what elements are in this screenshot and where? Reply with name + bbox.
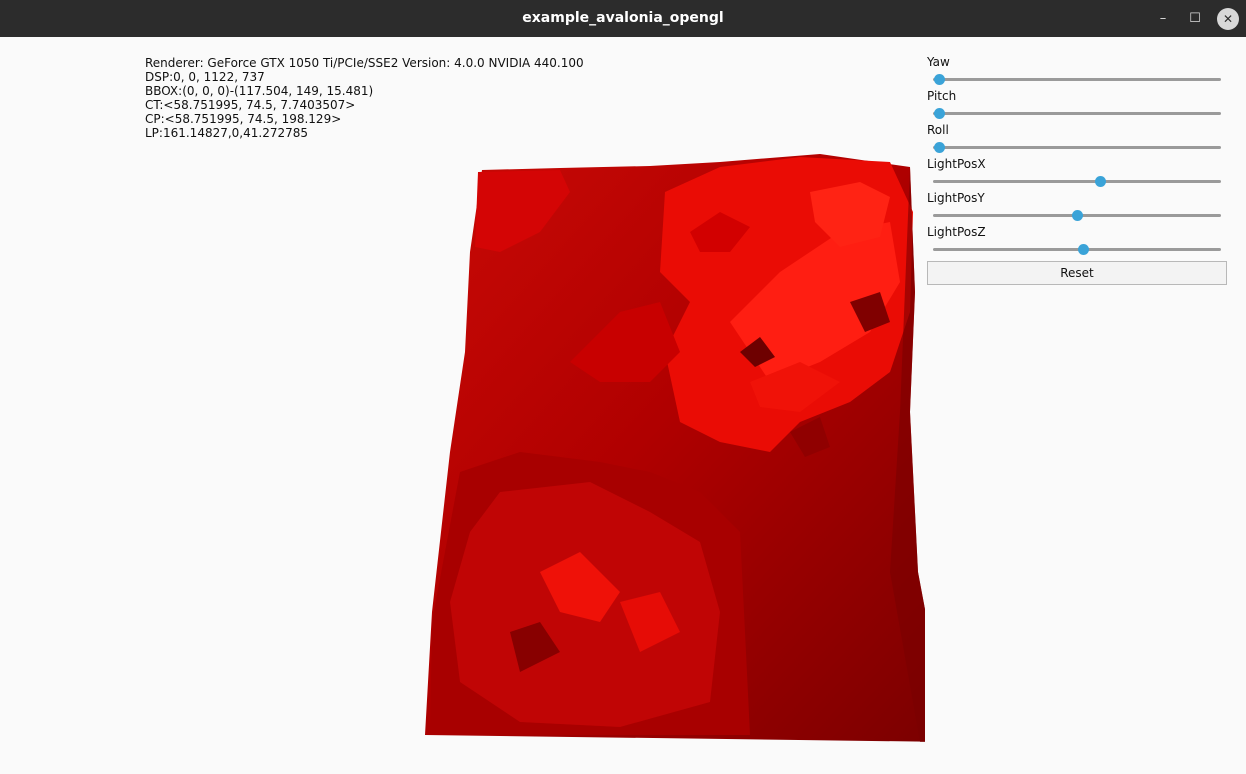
title-bar[interactable]: example_avalonia_opengl – ☐ ✕ [0,0,1246,37]
close-button[interactable]: ✕ [1217,8,1239,30]
dsp-text: DSP:0, 0, 1122, 737 [145,70,265,84]
window-title: example_avalonia_opengl [522,10,724,26]
yaw-label: Yaw [927,55,950,69]
lightposy-track[interactable] [933,210,1221,221]
minimize-button[interactable]: – [1152,8,1174,30]
terrain-mesh [425,154,925,742]
pitch-label: Pitch [927,89,957,103]
lightposz-slider[interactable]: LightPosZ [927,225,1227,259]
lightposz-thumb[interactable] [1077,244,1089,255]
control-panel: Yaw Pitch Roll LightPosX LightPosY Light… [927,55,1227,285]
renderer-text: Renderer: GeForce GTX 1050 Ti/PCIe/SSE2 … [145,56,584,70]
lightposy-label: LightPosY [927,191,985,205]
lightposz-track[interactable] [933,244,1221,255]
bbox-text: BBOX:(0, 0, 0)-(117.504, 149, 15.481) [145,84,374,98]
lightposx-track[interactable] [933,176,1221,187]
roll-label: Roll [927,123,949,137]
pitch-thumb[interactable] [933,108,945,119]
ct-text: CT:<58.751995, 74.5, 7.7403507> [145,98,356,112]
lp-text: LP:161.14827,0,41.272785 [145,126,309,140]
lightposx-label: LightPosX [927,157,986,171]
maximize-button[interactable]: ☐ [1184,8,1206,30]
lightposx-thumb[interactable] [1095,176,1107,187]
yaw-track[interactable] [933,74,1221,85]
opengl-viewport[interactable] [420,152,925,752]
lightposy-thumb[interactable] [1072,210,1083,221]
info-overlay: Renderer: GeForce GTX 1050 Ti/PCIe/SSE2 … [145,56,584,140]
lightposy-slider[interactable]: LightPosY [927,191,1227,225]
roll-track[interactable] [933,142,1221,153]
lightposz-label: LightPosZ [927,225,986,239]
lightposx-slider[interactable]: LightPosX [927,157,1227,191]
roll-slider[interactable]: Roll [927,123,1227,157]
client-area: Renderer: GeForce GTX 1050 Ti/PCIe/SSE2 … [0,37,1246,774]
cp-text: CP:<58.751995, 74.5, 198.129> [145,112,342,126]
pitch-track[interactable] [933,108,1221,119]
pitch-slider[interactable]: Pitch [927,89,1227,123]
reset-button[interactable]: Reset [927,261,1227,285]
yaw-thumb[interactable] [933,74,945,85]
yaw-slider[interactable]: Yaw [927,55,1227,89]
roll-thumb[interactable] [933,142,945,153]
